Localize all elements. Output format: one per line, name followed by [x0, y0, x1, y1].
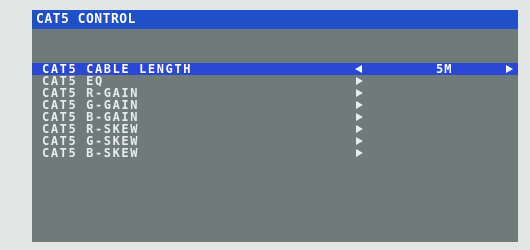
menu-item-label: CAT5 B-SKEW	[42, 146, 140, 160]
right-arrow-icon[interactable]	[506, 65, 513, 73]
title-bar: CAT5 CONTROL	[32, 10, 518, 29]
osd-screen: CAT5 CONTROL CAT5 CABLE LENGTH 5M CAT5 E…	[32, 10, 518, 242]
cable-length-value: 5M	[436, 62, 453, 76]
page-title: CAT5 CONTROL	[36, 12, 136, 27]
right-arrow-icon	[356, 125, 363, 133]
right-arrow-icon	[356, 149, 363, 157]
right-arrow-icon	[356, 137, 363, 145]
right-arrow-icon	[356, 77, 363, 85]
menu-item-cable-length[interactable]: CAT5 CABLE LENGTH 5M	[32, 63, 518, 75]
menu-item-b-skew[interactable]: CAT5 B-SKEW	[32, 147, 518, 159]
left-arrow-icon[interactable]	[355, 65, 362, 73]
right-arrow-icon	[356, 101, 363, 109]
right-arrow-icon	[356, 89, 363, 97]
right-arrow-icon	[356, 113, 363, 121]
menu-list: CAT5 CABLE LENGTH 5M CAT5 EQ CAT5 R-GAIN…	[32, 63, 518, 159]
